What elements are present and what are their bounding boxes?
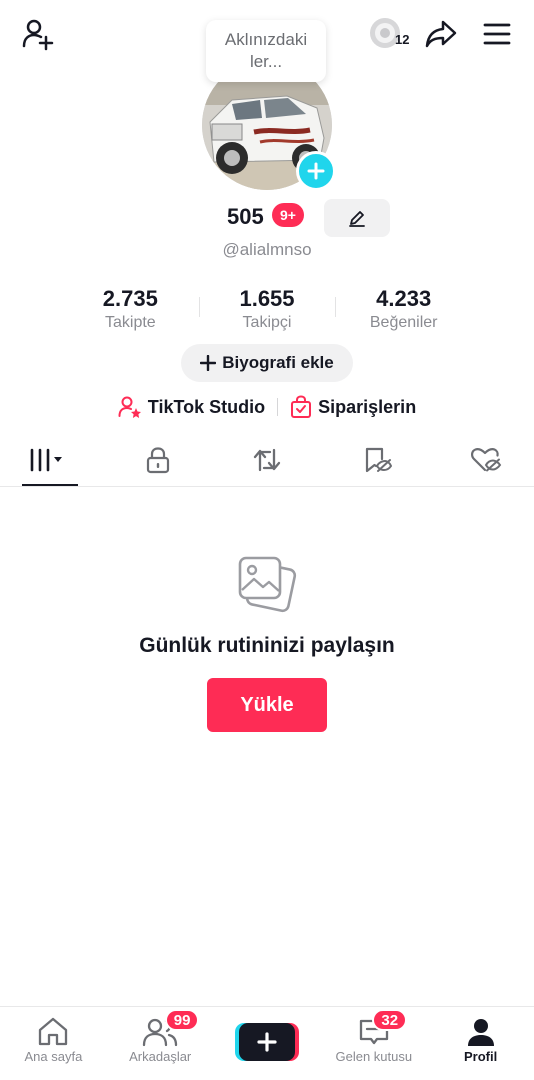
- content-tabs: [20, 436, 514, 486]
- tab-private[interactable]: [130, 436, 186, 484]
- add-bio-button[interactable]: Biyografi ekle: [181, 344, 353, 382]
- nav-home[interactable]: Ana sayfa: [0, 1007, 107, 1080]
- coin-button[interactable]: 12: [368, 14, 414, 54]
- profile-count[interactable]: 505: [227, 204, 264, 230]
- nav-inbox[interactable]: Gelen kutusu 32: [320, 1007, 427, 1080]
- note-bubble[interactable]: Aklınızdaki ler...: [206, 20, 326, 82]
- plus-icon: [200, 355, 217, 371]
- nav-label: Gelen kutusu: [335, 1049, 413, 1064]
- pencil-icon: [349, 211, 365, 227]
- notification-badge: 9+: [272, 203, 304, 227]
- stat-value: 2.735: [102, 286, 158, 311]
- create-button[interactable]: [238, 1023, 295, 1061]
- tiktok-studio-label: TikTok Studio: [147, 396, 266, 417]
- stat-followers[interactable]: 1.655 Takipçi: [198, 285, 336, 337]
- grid-lines-dropdown-icon: [30, 448, 62, 472]
- edit-profile-button[interactable]: [324, 199, 390, 237]
- add-story-button[interactable]: [296, 151, 336, 191]
- nav-profile[interactable]: Profil: [427, 1007, 534, 1080]
- friends-badge: 99: [164, 1009, 200, 1031]
- orders-label: Siparişlerin: [318, 396, 417, 417]
- links-divider: [277, 398, 279, 416]
- tab-reposts[interactable]: [239, 436, 295, 484]
- stat-label: Takipte: [104, 314, 156, 331]
- nav-label: Arkadaşlar: [129, 1049, 192, 1064]
- nav-label: Ana sayfa: [24, 1049, 83, 1064]
- nav-friends[interactable]: Arkadaşlar 99: [107, 1007, 214, 1080]
- studio-person-star-icon: [118, 396, 141, 418]
- plus-icon: [307, 162, 325, 180]
- coin-count: 12: [395, 32, 410, 47]
- tabs-divider: [0, 486, 534, 487]
- shopping-bag-icon: [291, 395, 312, 418]
- heart-hidden-icon: [471, 447, 502, 472]
- creator-links: TikTok Studio Siparişlerin: [0, 392, 534, 422]
- username-handle: @alialmnso: [222, 240, 312, 259]
- repost-icon: [253, 448, 281, 472]
- tab-videos[interactable]: [20, 436, 78, 486]
- nav-create[interactable]: [214, 1007, 321, 1080]
- add-person-icon: [22, 19, 54, 51]
- empty-state-title: Günlük rutininizi paylaşın: [139, 634, 395, 657]
- stat-label: Takipçi: [242, 314, 292, 331]
- stat-following[interactable]: 2.735 Takipte: [62, 285, 199, 337]
- add-bio-label: Biyografi ekle: [222, 353, 334, 372]
- tab-liked[interactable]: [458, 436, 514, 484]
- stat-value: 4.233: [376, 286, 432, 311]
- nav-label: Profil: [463, 1049, 498, 1064]
- create-plus-icon: [257, 1032, 277, 1052]
- inbox-badge: 32: [372, 1009, 408, 1031]
- profile-name-row: 505 9+: [0, 196, 534, 240]
- hamburger-menu-icon: [483, 23, 511, 45]
- tiktok-studio-link[interactable]: TikTok Studio: [118, 395, 265, 419]
- profile-icon: [467, 1019, 494, 1046]
- orders-link[interactable]: Siparişlerin: [290, 395, 416, 419]
- menu-button[interactable]: [478, 14, 516, 54]
- tab-favorites[interactable]: [349, 436, 405, 484]
- stat-likes[interactable]: 4.233 Beğeniler: [335, 285, 472, 337]
- share-profile-button[interactable]: [422, 14, 460, 54]
- home-icon: [39, 1017, 68, 1046]
- upload-button[interactable]: Yükle: [207, 678, 327, 732]
- stat-label: Beğeniler: [369, 314, 438, 331]
- share-arrow-icon: [425, 20, 457, 48]
- note-bubble-text: Aklınızdaki ler...: [224, 30, 308, 71]
- stat-value: 1.655: [239, 286, 295, 311]
- photos-placeholder-icon: [236, 552, 298, 614]
- add-friend-button[interactable]: [18, 14, 58, 54]
- profile-stats: 2.735 Takipte 1.655 Takipçi 4.233 Beğeni…: [62, 285, 472, 337]
- bottom-nav: Ana sayfa Arkadaşlar 99 Gelen kutusu 32 …: [0, 1006, 534, 1080]
- bookmark-hidden-icon: [365, 447, 392, 473]
- lock-icon: [146, 447, 169, 474]
